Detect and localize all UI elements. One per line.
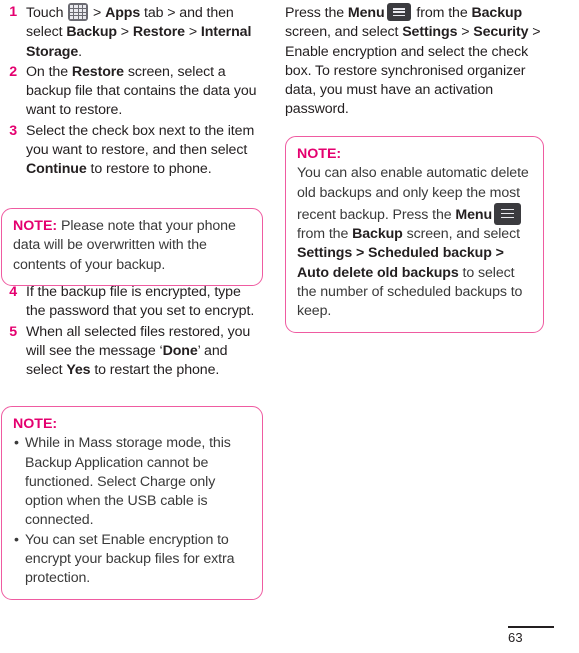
step-item: 2 On the Restore screen, select a backup …: [1, 63, 263, 121]
emphasis-text: Security: [473, 24, 529, 41]
step-item: 1 Touch > Apps tab > and then select Back…: [1, 3, 263, 62]
emphasis-text: Restore: [71, 63, 124, 80]
body-text: screen, and select: [285, 24, 403, 41]
emphasis-text: Apps: [105, 5, 141, 21]
body-text: to restart the phone.: [90, 362, 220, 379]
emphasis-text: Backup: [66, 24, 117, 41]
emphasis-text: Done: [162, 342, 198, 359]
body-text: You can set Enable encryption to encrypt…: [25, 531, 235, 587]
note-box-auto-delete: NOTE: You can also enable automatic dele…: [285, 136, 544, 333]
body-text: from the: [412, 5, 472, 21]
note-label: NOTE:: [297, 146, 342, 162]
step-item: 4 If the backup file is encrypted, type t…: [1, 283, 263, 322]
body-text: to restore to phone.: [86, 161, 212, 178]
emphasis-text: Backup: [352, 226, 403, 243]
body-text: >: [184, 24, 201, 41]
note-box-overwrite: NOTE: Please note that your phone data w…: [1, 208, 263, 286]
step-item: 5 When all selected files restored, you w…: [1, 323, 263, 381]
note-bullet: You can set Enable encryption to encrypt…: [13, 531, 251, 589]
page-footer: 63: [508, 626, 558, 645]
emphasis-text: Yes: [66, 362, 91, 379]
footer-divider: [508, 626, 554, 628]
step-number: 2: [9, 63, 17, 80]
steps-list-b: 4 If the backup file is encrypted, type t…: [1, 283, 263, 381]
apps-grid-icon: [68, 3, 89, 21]
note-body: You can also enable automatic delete old…: [297, 164, 532, 321]
body-text: >: [116, 24, 133, 41]
manual-page: 1 Touch > Apps tab > and then select Back…: [0, 0, 579, 653]
emphasis-text: Settings: [402, 24, 458, 41]
step-number: 3: [9, 122, 17, 139]
step-number: 1: [9, 4, 17, 20]
steps-list-a: 1 Touch > Apps tab > and then select Back…: [1, 3, 263, 181]
note-bullet: While in Mass storage mode, this Backup …: [13, 434, 251, 530]
body-text: screen, and select: [402, 226, 520, 243]
body-text: Press the: [285, 5, 348, 21]
note-bullet-list: While in Mass storage mode, this Backup …: [13, 434, 251, 588]
step-number: 5: [9, 323, 17, 340]
menu-icon: [386, 3, 411, 21]
encryption-paragraph: Press the Menu from the Backup screen, a…: [285, 3, 544, 120]
body-text: On the: [26, 63, 72, 80]
step-item: 3 Select the check box next to the item y…: [1, 122, 263, 180]
note-label: NOTE:: [13, 218, 58, 234]
note-box-mass-storage: NOTE: While in Mass storage mode, this B…: [1, 406, 263, 600]
emphasis-text: Menu: [347, 5, 385, 21]
body-text: If the backup file is encrypted, type th…: [26, 284, 255, 320]
body-text: >: [457, 24, 474, 41]
body-text: While in Mass storage mode, this Backup …: [25, 435, 231, 529]
body-text: Select the check box next to the item yo…: [26, 122, 255, 159]
body-text: >: [89, 5, 106, 21]
body-text: .: [78, 43, 82, 60]
emphasis-text: Continue: [26, 161, 87, 178]
page-number: 63: [508, 630, 523, 645]
body-text: from the: [297, 226, 353, 243]
step-number: 4: [9, 284, 17, 300]
emphasis-text: Menu: [455, 206, 493, 223]
emphasis-text: Backup: [471, 5, 523, 21]
body-text: Touch: [26, 5, 68, 21]
menu-icon: [494, 202, 522, 225]
emphasis-text: Restore: [132, 24, 185, 41]
note-label: NOTE:: [13, 416, 58, 432]
